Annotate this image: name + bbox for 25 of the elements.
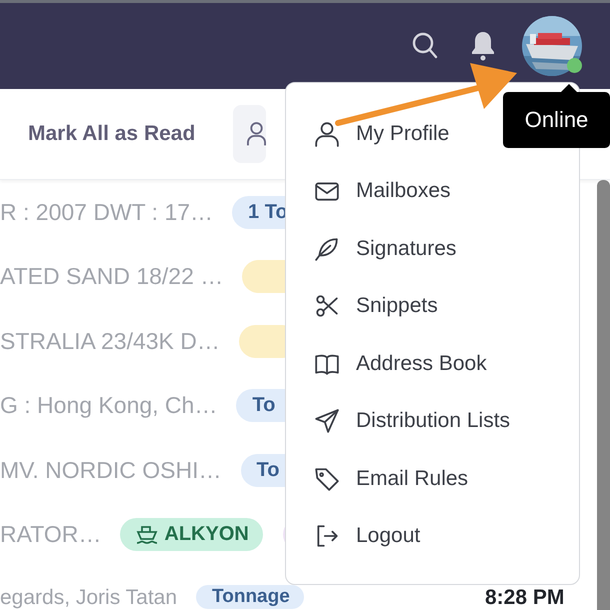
ship-icon [136, 524, 158, 546]
paper-plane-icon [314, 408, 340, 434]
scissors-icon [314, 293, 340, 320]
message-subject: R : 2007 DWT : 17… [0, 198, 214, 226]
message-subject: egards, Joris Tatan [0, 587, 178, 609]
search-icon[interactable] [412, 32, 438, 60]
message-subject: STRALIA 23/43K D… [0, 328, 220, 355]
notification-bell-icon[interactable] [470, 31, 496, 61]
message-subject: ATED SAND 18/22 … [0, 263, 224, 290]
message-time: 8:28 PM [485, 587, 564, 609]
menu-item[interactable]: Snippets [286, 278, 579, 335]
user-icon [314, 120, 340, 147]
tag-icon [314, 466, 340, 492]
user-icon [247, 121, 266, 147]
message-subject: RATOR… [0, 521, 102, 548]
tag: Tonnage [196, 585, 304, 609]
scrollbar-thumb[interactable] [597, 180, 610, 610]
tooltip: Online [503, 92, 610, 148]
message-subject: G : Hong Kong, Ch… [0, 392, 218, 420]
assignee-filter-button[interactable] [233, 105, 266, 163]
feather-icon [314, 236, 340, 262]
tag: ALKYON [120, 518, 263, 552]
message-subject: MV. NORDIC OSHI… [0, 456, 222, 484]
menu-item[interactable]: Logout [286, 508, 579, 565]
mark-all-read-button[interactable]: Mark All as Read [28, 122, 196, 146]
